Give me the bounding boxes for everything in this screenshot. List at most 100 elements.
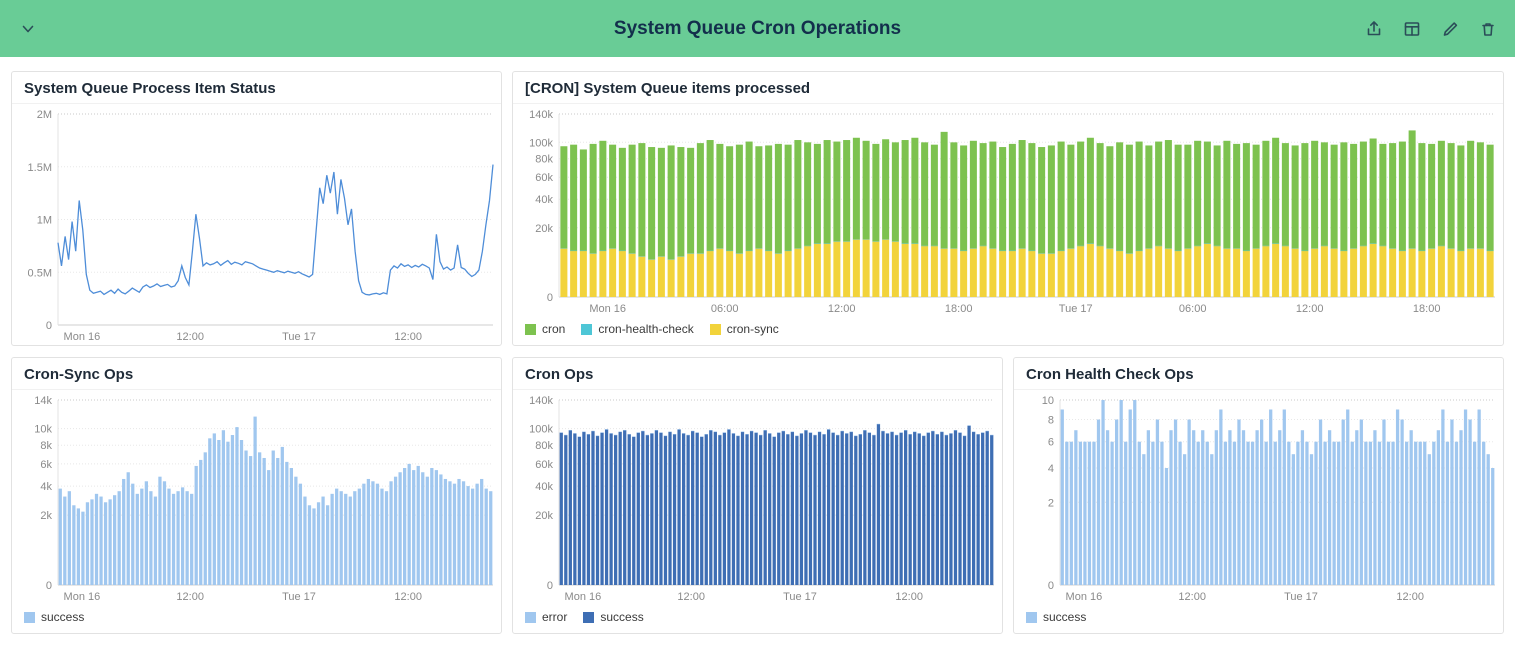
svg-text:12:00: 12:00 xyxy=(1178,591,1206,603)
svg-text:4: 4 xyxy=(1048,463,1054,475)
svg-text:2k: 2k xyxy=(40,510,52,522)
legend-label: success xyxy=(41,610,84,624)
svg-text:14k: 14k xyxy=(34,395,52,407)
legend-label: success xyxy=(600,610,643,624)
bar-chart-plot: 020k40k60k80k100k140kMon 1612:00Tue 1712… xyxy=(513,390,1002,605)
svg-text:12:00: 12:00 xyxy=(394,591,422,603)
svg-text:18:00: 18:00 xyxy=(945,303,973,315)
legend-label: cron-health-check xyxy=(598,322,693,336)
legend-item-cron-health-check[interactable]: cron-health-check xyxy=(581,322,693,336)
dashboard-header: System Queue Cron Operations xyxy=(0,0,1515,57)
process-item-status-line-chart[interactable]: 00.5M1M1.5M2MMon 1612:00Tue 1712:00 xyxy=(12,104,501,345)
line-chart-plot: 00.5M1M1.5M2MMon 1612:00Tue 1712:00 xyxy=(12,104,501,345)
svg-text:12:00: 12:00 xyxy=(176,331,204,343)
legend-swatch xyxy=(24,612,35,623)
svg-text:Tue 17: Tue 17 xyxy=(282,591,316,603)
legend-item-success[interactable]: success xyxy=(1026,610,1086,624)
panel-row-top: System Queue Process Item Status 00.5M1M… xyxy=(11,71,1504,346)
svg-text:18:00: 18:00 xyxy=(1413,303,1441,315)
svg-text:100k: 100k xyxy=(529,137,553,149)
svg-text:140k: 140k xyxy=(529,109,553,121)
legend-swatch xyxy=(525,324,536,335)
svg-text:Mon 16: Mon 16 xyxy=(64,591,101,603)
dashboard-title: System Queue Cron Operations xyxy=(0,18,1515,40)
table-icon xyxy=(1403,20,1421,38)
svg-text:12:00: 12:00 xyxy=(176,591,204,603)
svg-text:06:00: 06:00 xyxy=(711,303,739,315)
panel-items-processed: [CRON] System Queue items processed 0 20k… xyxy=(512,71,1504,346)
panel-row-bottom: Cron-Sync Ops 02k4k6k8k10k14kMon 1612:00… xyxy=(11,357,1504,634)
stacked-bar-chart-plot: 020k40k60k80k100k140kMon 1606:0012:0018:… xyxy=(513,104,1503,317)
legend-item-success[interactable]: success xyxy=(24,610,84,624)
svg-text:Mon 16: Mon 16 xyxy=(589,303,626,315)
cron-ops-bar-chart[interactable]: 020k40k60k80k100k140kMon 1612:00Tue 1712… xyxy=(513,390,1002,605)
edit-button[interactable] xyxy=(1437,16,1463,42)
chart-legend: success xyxy=(1014,605,1503,633)
share-icon xyxy=(1365,20,1383,38)
svg-text:0: 0 xyxy=(46,580,52,592)
legend-item-success[interactable]: success xyxy=(583,610,643,624)
legend-item-cron[interactable]: cron xyxy=(525,322,565,336)
view-table-button[interactable] xyxy=(1399,16,1425,42)
svg-text:12:00: 12:00 xyxy=(394,331,422,343)
svg-text:0: 0 xyxy=(1048,580,1054,592)
svg-text:60k: 60k xyxy=(535,172,553,184)
svg-text:20k: 20k xyxy=(535,223,553,235)
panel-process-item-status: System Queue Process Item Status 00.5M1M… xyxy=(11,71,502,346)
svg-text:Tue 17: Tue 17 xyxy=(282,331,316,343)
panel-cron-sync-ops: Cron-Sync Ops 02k4k6k8k10k14kMon 1612:00… xyxy=(11,357,502,634)
svg-text:1M: 1M xyxy=(37,215,52,227)
legend-item-cron-sync[interactable]: cron-sync xyxy=(710,322,779,336)
svg-text:6k: 6k xyxy=(40,459,52,471)
legend-item-error[interactable]: error xyxy=(525,610,567,624)
svg-text:40k: 40k xyxy=(535,194,553,206)
svg-text:0: 0 xyxy=(547,292,553,304)
panel-title: Cron Health Check Ops xyxy=(1014,358,1503,390)
svg-text:0: 0 xyxy=(46,320,52,332)
svg-text:20k: 20k xyxy=(535,510,553,522)
share-button[interactable] xyxy=(1361,16,1387,42)
svg-text:12:00: 12:00 xyxy=(828,303,856,315)
svg-text:06:00: 06:00 xyxy=(1179,303,1207,315)
svg-text:80k: 80k xyxy=(535,440,553,452)
panel-title: System Queue Process Item Status xyxy=(12,72,501,104)
legend-swatch xyxy=(581,324,592,335)
svg-text:2M: 2M xyxy=(37,109,52,121)
svg-text:12:00: 12:00 xyxy=(895,591,923,603)
svg-text:8: 8 xyxy=(1048,415,1054,427)
svg-text:12:00: 12:00 xyxy=(677,591,705,603)
pencil-icon xyxy=(1441,20,1459,38)
svg-text:2: 2 xyxy=(1048,497,1054,509)
bar-chart-plot: 02k4k6k8k10k14kMon 1612:00Tue 1712:00 xyxy=(12,390,501,605)
svg-text:60k: 60k xyxy=(535,459,553,471)
svg-text:Mon 16: Mon 16 xyxy=(565,591,602,603)
svg-text:8k: 8k xyxy=(40,440,52,452)
cron-health-check-ops-bar-chart[interactable]: 0246810Mon 1612:00Tue 1712:00 xyxy=(1014,390,1503,605)
delete-button[interactable] xyxy=(1475,16,1501,42)
panel-title: [CRON] System Queue items processed xyxy=(513,72,1503,104)
legend-label: success xyxy=(1043,610,1086,624)
header-actions xyxy=(1361,16,1501,42)
chevron-down-icon xyxy=(18,19,38,39)
svg-text:0: 0 xyxy=(547,580,553,592)
legend-swatch xyxy=(1026,612,1037,623)
legend-label: error xyxy=(542,610,567,624)
items-processed-stacked-bar-chart[interactable]: 020k40k60k80k100k140kMon 1606:0012:0018:… xyxy=(513,104,1503,317)
svg-text:12:00: 12:00 xyxy=(1396,591,1424,603)
chart-legend: success xyxy=(12,605,501,633)
svg-text:6: 6 xyxy=(1048,437,1054,449)
svg-text:Mon 16: Mon 16 xyxy=(64,331,101,343)
collapse-dashboard-button[interactable] xyxy=(14,15,42,43)
svg-text:Tue 17: Tue 17 xyxy=(1059,303,1093,315)
legend-swatch xyxy=(710,324,721,335)
trash-icon xyxy=(1479,20,1497,38)
svg-text:Tue 17: Tue 17 xyxy=(783,591,817,603)
bar-chart-plot: 0246810Mon 1612:00Tue 1712:00 xyxy=(1014,390,1503,605)
chart-legend: cron cron-health-check cron-sync xyxy=(513,317,1503,345)
cron-sync-ops-bar-chart[interactable]: 02k4k6k8k10k14kMon 1612:00Tue 1712:00 xyxy=(12,390,501,605)
svg-text:1.5M: 1.5M xyxy=(28,162,52,174)
dashboard-content: System Queue Process Item Status 00.5M1M… xyxy=(0,57,1515,634)
svg-text:100k: 100k xyxy=(529,424,553,436)
panel-title: Cron Ops xyxy=(513,358,1002,390)
panel-cron-ops: Cron Ops 020k40k60k80k100k140kMon 1612:0… xyxy=(512,357,1003,634)
